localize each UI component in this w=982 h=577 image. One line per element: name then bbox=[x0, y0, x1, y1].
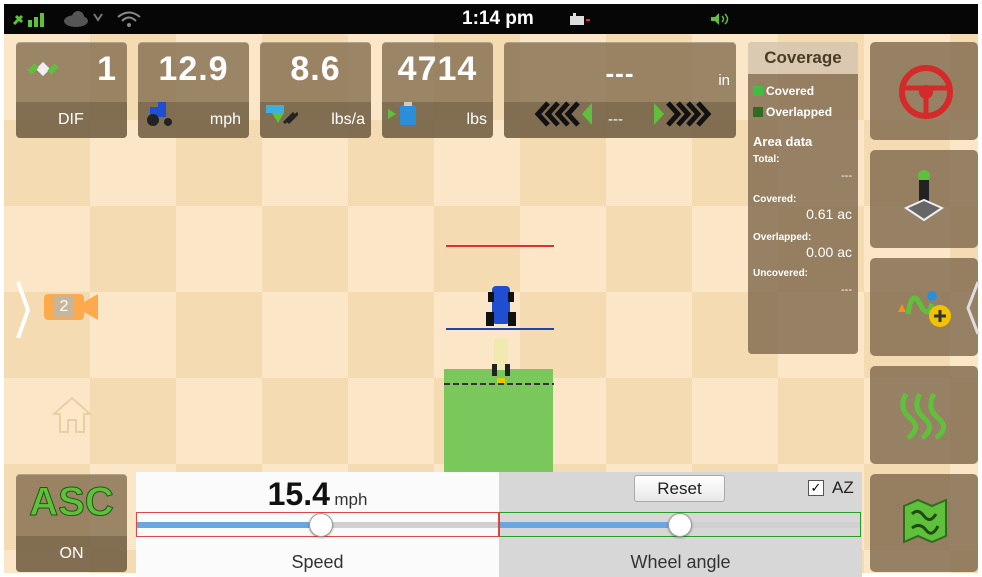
covered-label: Covered: bbox=[753, 194, 797, 205]
asc-title: ASC bbox=[29, 480, 114, 525]
rate-tile[interactable]: 8.6 lbs/a bbox=[260, 42, 371, 138]
steer-left-chevrons-icon bbox=[534, 101, 596, 132]
tank-unit: lbs bbox=[466, 111, 487, 128]
joystick-icon bbox=[902, 166, 946, 231]
legend-covered-label: Covered bbox=[766, 84, 815, 98]
overlapped-value: 0.00 ac bbox=[806, 244, 852, 260]
application-rate-icon bbox=[264, 101, 300, 132]
speed-slider-fill bbox=[137, 522, 309, 528]
speed-value: 12.9 bbox=[158, 50, 229, 88]
steering-wheel-icon bbox=[898, 64, 954, 125]
wheel-angle-slider[interactable] bbox=[499, 512, 861, 537]
tractor-icon bbox=[486, 286, 516, 326]
camera-number: 2 bbox=[54, 296, 74, 318]
cross-track-tile[interactable]: --- in --- bbox=[504, 42, 736, 138]
cross-track-value: --- bbox=[605, 58, 635, 88]
satellite-count: 1 bbox=[97, 50, 117, 88]
volume-icon bbox=[709, 12, 733, 31]
clock: 1:14 pm bbox=[462, 8, 534, 29]
tank-icon bbox=[386, 101, 420, 132]
asc-state: ON bbox=[59, 545, 84, 562]
rate-value: 8.6 bbox=[290, 50, 341, 88]
gps-mode-label: DIF bbox=[58, 111, 84, 128]
swath-lines-icon bbox=[898, 388, 952, 447]
area-data-title: Area data bbox=[753, 134, 813, 149]
uncovered-label: Uncovered: bbox=[753, 268, 809, 279]
steer-center-value: --- bbox=[608, 111, 623, 128]
speed-slider[interactable] bbox=[136, 512, 499, 537]
battery-icon bbox=[569, 13, 591, 32]
status-bar: 1:14 pm bbox=[4, 4, 978, 34]
cloud-sync-icon bbox=[62, 10, 106, 33]
uncovered-value: --- bbox=[841, 284, 852, 296]
expand-right-chevron-icon[interactable] bbox=[966, 280, 980, 341]
speed-slider-knob[interactable] bbox=[309, 513, 333, 537]
gps-status-tile[interactable]: 1 DIF bbox=[16, 42, 127, 138]
cross-track-unit: in bbox=[718, 72, 730, 89]
add-guidance-line-icon bbox=[894, 284, 954, 339]
az-checkbox[interactable]: ✓ bbox=[808, 480, 824, 496]
field-map-button[interactable] bbox=[870, 474, 978, 572]
speed-label: Speed bbox=[291, 552, 344, 572]
wheel-angle-label: Wheel angle bbox=[630, 552, 731, 572]
sim-speed-value: 15.4 bbox=[267, 476, 330, 512]
covered-swatch bbox=[753, 86, 763, 96]
asc-button[interactable]: ASC ON bbox=[16, 474, 127, 572]
legend-overlapped-label: Overlapped bbox=[766, 105, 833, 119]
home-icon[interactable] bbox=[50, 392, 94, 441]
speed-tile[interactable]: 12.9 mph bbox=[138, 42, 249, 138]
add-guidance-button[interactable] bbox=[870, 258, 980, 356]
tank-value: 4714 bbox=[397, 50, 478, 88]
legend-overlapped: Overlapped bbox=[753, 105, 832, 119]
overlapped-label: Overlapped: bbox=[753, 232, 812, 243]
legend-covered: Covered bbox=[753, 84, 814, 98]
field-map-icon bbox=[902, 498, 948, 549]
gps-signal-icon bbox=[12, 10, 52, 33]
tank-tile[interactable]: 4714 lbs bbox=[382, 42, 493, 138]
rate-unit: lbs/a bbox=[331, 111, 365, 128]
swath-lines-button[interactable] bbox=[870, 366, 978, 464]
steer-right-chevrons-icon bbox=[650, 101, 712, 132]
tractor-icon bbox=[144, 101, 176, 132]
autosteer-button[interactable] bbox=[870, 42, 978, 140]
covered-value: 0.61 ac bbox=[806, 206, 852, 222]
expand-left-chevron-icon[interactable] bbox=[14, 280, 32, 345]
wheel-slider-fill bbox=[500, 522, 668, 528]
wifi-icon bbox=[116, 10, 142, 33]
camera-button[interactable]: 2 bbox=[42, 290, 100, 324]
coverage-title: Coverage bbox=[748, 42, 858, 74]
speed-readout: 15.4 mph bbox=[136, 476, 499, 513]
az-label: AZ bbox=[832, 478, 854, 497]
coverage-panel: Coverage Covered Overlapped Area data To… bbox=[748, 42, 858, 354]
wheel-slider-knob[interactable] bbox=[668, 513, 692, 537]
manual-control-button[interactable] bbox=[870, 150, 978, 248]
overlapped-swatch bbox=[753, 107, 763, 117]
reset-button[interactable]: Reset bbox=[634, 475, 725, 502]
speed-unit: mph bbox=[209, 111, 241, 128]
sim-speed-unit: mph bbox=[334, 490, 368, 509]
satellite-icon bbox=[26, 52, 60, 91]
total-value: --- bbox=[841, 170, 852, 182]
total-label: Total: bbox=[753, 154, 780, 165]
